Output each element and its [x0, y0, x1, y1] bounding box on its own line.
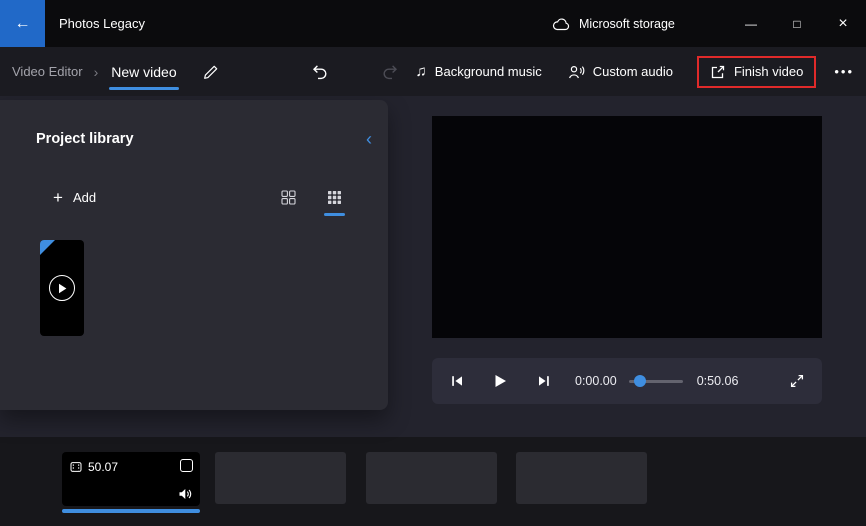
background-music-button[interactable]: ♫ Background music [416, 64, 542, 79]
clip-duration-icon [70, 461, 82, 473]
custom-audio-button[interactable]: Custom audio [568, 64, 673, 80]
timeline-empty-slot [215, 452, 346, 504]
back-button[interactable]: ← [0, 0, 45, 47]
add-label: Add [72, 190, 97, 205]
minimize-icon: — [745, 16, 757, 31]
seek-slider[interactable] [628, 374, 683, 388]
playback-controls: 0:00.00 0:50.06 [432, 358, 822, 404]
storage-status[interactable]: Microsoft storage [552, 0, 675, 47]
minimize-button[interactable]: — [728, 0, 774, 47]
library-actions-row: + Add [53, 188, 345, 216]
finish-video-button[interactable]: Finish video [710, 64, 803, 80]
timeline-clip[interactable]: 50.07 [62, 452, 200, 506]
finish-video-label: Finish video [733, 64, 804, 79]
photos-legacy-window: ← Photos Legacy Microsoft storage — □ × … [0, 0, 866, 526]
library-video-thumbnail[interactable] [40, 240, 84, 336]
project-library-title: Project library [36, 131, 134, 147]
maximize-icon: □ [793, 16, 801, 31]
titlebar: ← Photos Legacy Microsoft storage — □ × [0, 0, 866, 47]
plus-icon: + [53, 188, 63, 207]
add-media-button[interactable]: + Add [53, 189, 96, 206]
custom-audio-icon [568, 64, 585, 80]
custom-audio-label: Custom audio [592, 64, 673, 79]
rename-pencil-icon[interactable] [199, 60, 223, 84]
play-overlay-icon [49, 275, 75, 301]
maximize-button[interactable]: □ [774, 0, 820, 47]
clip-checkbox[interactable] [180, 459, 193, 472]
clip-meta: 50.07 [70, 460, 118, 474]
tab-new-video[interactable]: New video [109, 47, 180, 96]
undo-icon[interactable] [307, 59, 332, 84]
cloud-icon [552, 17, 570, 31]
grid-large-view-icon[interactable] [279, 188, 298, 207]
timeline-empty-slot [366, 452, 497, 504]
toolbar-right-group: ♫ Background music Custom audio Finish v… [416, 55, 854, 88]
play-button-icon[interactable] [492, 372, 509, 390]
background-music-label: Background music [434, 64, 542, 79]
collapse-panel-icon[interactable]: ‹ [366, 130, 372, 148]
timeline-empty-slot [516, 452, 647, 504]
app-title: Photos Legacy [59, 16, 146, 31]
previous-frame-icon[interactable] [448, 372, 466, 390]
music-note-icon: ♫ [415, 63, 427, 80]
clip-selected-indicator [62, 509, 200, 513]
video-preview[interactable] [432, 116, 822, 338]
view-toggles [279, 188, 345, 216]
redo-icon [378, 59, 403, 84]
project-library-panel: Project library ‹ + Add [0, 100, 388, 410]
storage-label: Microsoft storage [579, 16, 675, 31]
corner-fold-icon [40, 240, 55, 255]
finish-video-annotation: Finish video [696, 55, 817, 88]
fullscreen-icon[interactable] [788, 372, 806, 390]
window-controls: — □ × [728, 0, 866, 47]
grid-small-view-icon[interactable] [324, 188, 345, 216]
total-duration: 0:50.06 [696, 374, 739, 388]
editor-toolbar: Video Editor › New video ♫ Background mu… [0, 47, 866, 96]
breadcrumb-separator-icon: › [93, 63, 99, 80]
close-icon: × [838, 14, 848, 32]
breadcrumb-video-editor[interactable]: Video Editor [12, 64, 83, 79]
clip-volume-icon[interactable] [178, 488, 192, 500]
back-arrow-icon: ← [14, 14, 31, 32]
export-icon [710, 64, 726, 80]
current-time: 0:00.00 [575, 374, 617, 388]
seek-thumb[interactable] [633, 375, 646, 387]
next-frame-icon[interactable] [535, 372, 553, 390]
more-options-icon[interactable]: ••• [834, 64, 854, 79]
storyboard-timeline: 50.07 [0, 437, 866, 526]
clip-duration: 50.07 [88, 460, 119, 474]
close-button[interactable]: × [820, 0, 866, 47]
project-library-header: Project library ‹ [36, 130, 372, 148]
